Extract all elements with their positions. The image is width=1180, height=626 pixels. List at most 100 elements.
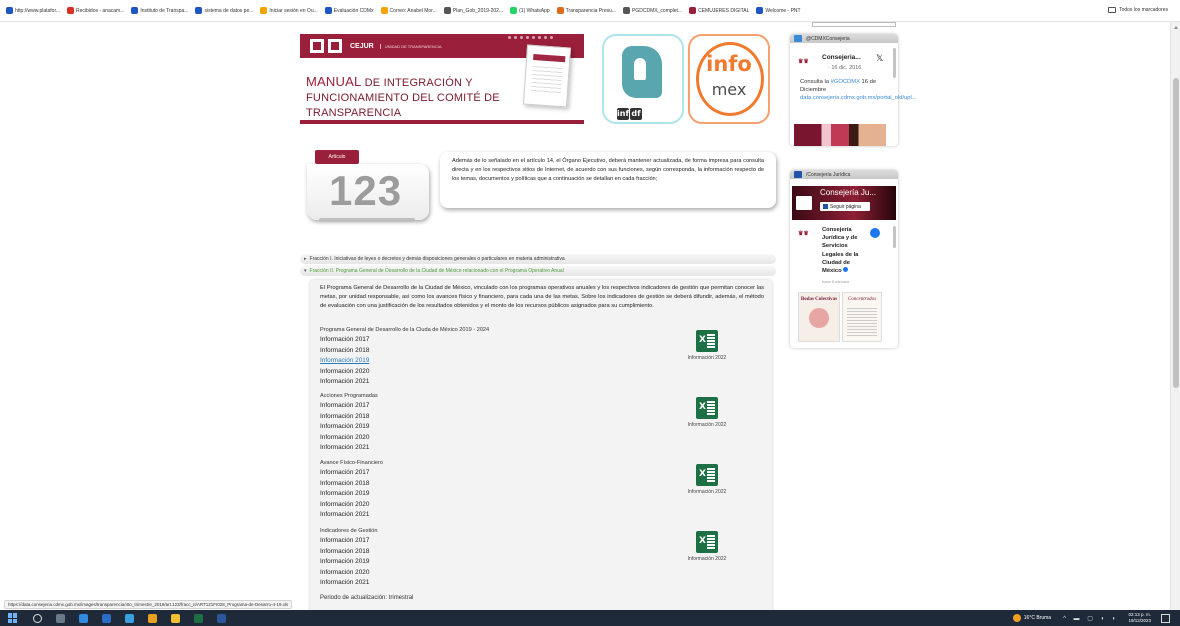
chevron-right-icon: ▸ <box>304 256 307 262</box>
section-title: Programa General de Desarrollo de la Ciu… <box>320 327 490 333</box>
content-section: Programa General de Desarrollo de la Ciu… <box>320 326 620 388</box>
notifications-icon[interactable] <box>1161 613 1170 623</box>
info-link[interactable]: Información 2018 <box>320 479 620 490</box>
post-image-concentrados[interactable]: Concentrados <box>842 292 882 342</box>
excel-icon <box>696 531 718 553</box>
info-link[interactable]: Información 2020 <box>320 568 620 579</box>
info-link[interactable]: Información 2019 <box>320 356 620 367</box>
excel-label: Información 2022 <box>687 489 727 495</box>
info-link[interactable]: Información 2020 <box>320 367 620 378</box>
twitter-scrollbar[interactable] <box>893 48 896 78</box>
info-link[interactable]: Información 2021 <box>320 510 620 521</box>
sidebar-select[interactable] <box>790 22 898 28</box>
periodo-text: Periodo de actualización: trimestral <box>320 595 414 601</box>
weather-widget[interactable]: 16°C Bruma <box>1012 614 1051 622</box>
word-taskbar-icon[interactable] <box>217 613 226 623</box>
search-icon[interactable] <box>33 613 42 623</box>
bookmark-label: Plan_Gob_2019-202... <box>452 7 504 14</box>
excel-download-link[interactable]: Información 2022 <box>672 330 742 361</box>
fraccion-2-toggle[interactable]: ▾ Fracción II. Programa General de Desarr… <box>300 266 776 276</box>
taskbar: 16°C Bruma ^ ▬ ▢ ◖ ◗ 02:13 p. m. 19/12/20… <box>0 610 1180 626</box>
bookmark-item[interactable]: Welcome - PNT <box>756 7 801 14</box>
tweet-image[interactable] <box>794 124 886 146</box>
twitter-widget[interactable]: @CDMXConsejeria ♛♛ Consejeria... 𝕏 · 16 … <box>790 34 917 146</box>
info-link[interactable]: Información 2018 <box>320 547 620 558</box>
info-link[interactable]: Información 2021 <box>320 578 620 589</box>
info-link[interactable]: Información 2018 <box>320 412 620 423</box>
info-link[interactable]: Información 2020 <box>320 433 620 444</box>
carousel-dots[interactable] <box>508 36 556 39</box>
infodf-logo-link[interactable]: infodf <box>602 34 684 124</box>
bookmark-favicon-icon <box>131 7 139 14</box>
task-view-icon[interactable] <box>56 613 65 623</box>
tweet-author[interactable]: Consejeria... <box>822 54 861 61</box>
bookmark-item[interactable]: Transparencia Presu... <box>556 7 616 14</box>
infomex-logo-link[interactable]: info mex <box>688 34 770 124</box>
twitter-header: @CDMXConsejeria <box>790 34 898 43</box>
hashtag-link[interactable]: #GOCDMX <box>831 79 860 85</box>
bookmark-item[interactable]: (1) WhatsApp <box>510 7 550 14</box>
bookmark-label: Welcome - PNT <box>765 7 801 14</box>
info-link[interactable]: Información 2017 <box>320 401 620 412</box>
post-image-bodas[interactable]: Bodas Colectivas <box>798 292 840 342</box>
info-link[interactable]: Información 2020 <box>320 500 620 511</box>
page-name[interactable]: Consejería Ju... <box>820 188 876 197</box>
windows-start-icon[interactable] <box>8 613 18 623</box>
excel-label: Información 2022 <box>687 355 727 361</box>
select-box[interactable] <box>812 22 896 27</box>
mail-icon[interactable] <box>102 613 111 623</box>
bookmark-item[interactable]: Instituto de Transpa... <box>131 7 188 14</box>
info-link[interactable]: Información 2019 <box>320 557 620 568</box>
excel-download-link[interactable]: Información 2022 <box>672 464 742 495</box>
post-author[interactable]: Consejería Jurídica y de Servicios Legal… <box>822 226 866 275</box>
info-link[interactable]: Información 2017 <box>320 536 620 547</box>
clock[interactable]: 02:13 p. m. 19/12/2023 <box>1128 612 1151 624</box>
article-tag: Artículo <box>315 150 359 164</box>
system-tray[interactable]: ^ ▬ ▢ ◖ ◗ <box>1063 615 1118 622</box>
manual-banner[interactable]: CEJUR UNIDAD DE TRANSPARENCIA MANUAL DE … <box>300 34 584 124</box>
all-bookmarks-button[interactable]: Todos los marcadores <box>1108 7 1168 13</box>
fraccion-1-toggle[interactable]: ▸ Fracción I. Iniciativas de leyes o decr… <box>300 254 776 264</box>
scrollbar-thumb[interactable] <box>1173 78 1179 388</box>
tweet-link[interactable]: data.consejeria.cdmx.gob.mx/portal_old/u… <box>800 95 917 101</box>
bookmark-favicon-icon <box>380 7 388 14</box>
twitter-icon <box>794 35 802 42</box>
info-link[interactable]: Información 2019 <box>320 489 620 500</box>
info-link[interactable]: Información 2019 <box>320 422 620 433</box>
facebook-widget[interactable]: /Consejería Jurídica Consejería Ju... Se… <box>790 170 898 348</box>
info-link[interactable]: Información 2021 <box>320 377 620 388</box>
content-section: Avance Físico-Financiero Información 2017… <box>320 459 620 521</box>
verified-icon <box>842 267 848 273</box>
bookmark-item[interactable]: PGDCDMX_complet... <box>623 7 682 14</box>
scroll-up-icon[interactable] <box>1174 26 1178 29</box>
excel-taskbar-icon[interactable] <box>194 613 203 623</box>
bookmark-favicon-icon <box>324 7 332 14</box>
bookmark-item[interactable]: Plan_Gob_2019-202... <box>443 7 504 14</box>
bookmark-item[interactable]: sistema de datos pe... <box>195 7 253 14</box>
content-section: Acciones Programadas Información 2017 Info… <box>320 392 620 454</box>
bookmark-item[interactable]: Evaluación CDMx <box>324 7 374 14</box>
edge-icon[interactable] <box>79 613 88 623</box>
info-link[interactable]: Información 2017 <box>320 468 620 479</box>
bookmark-item[interactable]: Iniciar sesión en Ou... <box>260 7 318 14</box>
consejeria-avatar: ♛♛ <box>798 59 809 65</box>
page-scrollbar[interactable] <box>1170 22 1180 610</box>
store-icon[interactable] <box>125 613 134 623</box>
excel-download-link[interactable]: Información 2022 <box>672 397 742 428</box>
bookmark-item[interactable]: Recibidos - anacam... <box>67 7 124 14</box>
bookmark-item[interactable]: http://www.platafor... <box>6 7 60 14</box>
bookmark-item[interactable]: CEMUJERES DIGITAL <box>689 7 749 14</box>
follow-page-button[interactable]: Seguir página <box>820 202 870 211</box>
fraccion-description: El Programa General de Desarrollo de la … <box>320 285 764 309</box>
info-link[interactable]: Información 2017 <box>320 335 620 346</box>
info-link[interactable]: Información 2018 <box>320 346 620 357</box>
info-link[interactable]: Información 2021 <box>320 443 620 454</box>
excel-download-link[interactable]: Información 2022 <box>672 531 742 562</box>
facebook-scrollbar[interactable] <box>893 226 896 248</box>
bookmark-item[interactable]: Correo: Anabel Mor... <box>380 7 437 14</box>
facebook-round-icon <box>870 228 880 238</box>
content-section: Indicadores de Gestión Información 2017 In… <box>320 527 620 589</box>
chrome-icon[interactable] <box>171 613 180 623</box>
cdmx-logo-icon <box>310 39 324 53</box>
file-explorer-icon[interactable] <box>148 613 157 623</box>
